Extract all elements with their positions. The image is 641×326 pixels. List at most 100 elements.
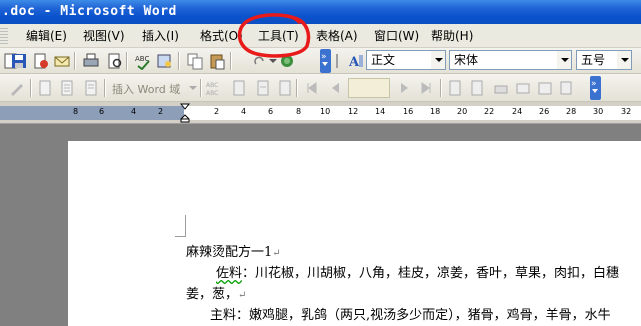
toolbar-separator [30, 79, 32, 97]
menu-view[interactable]: 视图(V) [83, 27, 125, 45]
lock-field-icon[interactable] [276, 79, 294, 97]
document-line[interactable]: 主料：嫩鸡腿，乳鸽（两只,视汤多少而定），猪骨，鸡骨，羊骨，水牛 [210, 304, 611, 323]
toolbar-options-button[interactable] [590, 76, 601, 100]
merge-to-printer-icon[interactable] [492, 79, 510, 97]
document-lines-icon[interactable] [58, 79, 76, 97]
line-text: ：川花椒，川胡椒，八角，桂皮，凉姜，香叶，草果，肉扣，白穗 [242, 266, 620, 281]
standard-toolbar: ABC A 正文 宋体 五号 [0, 48, 641, 74]
print-icon[interactable] [82, 52, 100, 70]
ruler-number: 12 [348, 107, 359, 116]
field-shading-icon[interactable] [230, 79, 248, 97]
hyperlink-icon[interactable] [278, 52, 296, 70]
ruler-number: 30 [593, 107, 604, 116]
email-icon[interactable] [53, 52, 71, 70]
ruler-number: 2 [214, 107, 220, 116]
toolbar-separator [440, 79, 442, 97]
ruler-number: 16 [403, 107, 414, 116]
grammar-flagged-text: 佐料 [216, 266, 243, 281]
paragraph-mark-icon: ↵ [238, 290, 247, 301]
insert-word-field-button[interactable]: 插入 Word 域 [112, 81, 180, 97]
menu-edit[interactable]: 编辑(E) [26, 27, 67, 45]
document-icon[interactable] [36, 79, 54, 97]
ruler-number: 20 [457, 107, 468, 116]
menu-window[interactable]: 窗口(W) [374, 27, 419, 45]
first-record-icon[interactable] [302, 79, 320, 97]
ruler-number: 24 [512, 107, 523, 116]
spelling-icon[interactable]: ABC [134, 52, 152, 70]
font-dropdown-icon[interactable] [557, 51, 571, 69]
update-field-icon[interactable] [254, 79, 272, 97]
indent-marker-icon[interactable] [180, 103, 190, 123]
paragraph-mark-icon: ↵ [272, 248, 281, 259]
font-size-value: 五号 [581, 53, 606, 67]
ruler-number: 32 [621, 107, 632, 116]
toolbar-separator [200, 79, 202, 97]
forms-toolbar: 插入 Word 域 ABC ABC [0, 74, 641, 102]
previous-record-icon[interactable] [326, 79, 344, 97]
ruler-number: 2 [158, 107, 164, 116]
last-record-icon[interactable] [418, 79, 436, 97]
toolbar-separator [178, 52, 180, 70]
find-entry-icon[interactable] [558, 79, 576, 97]
title-bar: .doc - Microsoft Word [0, 0, 641, 24]
document-page[interactable] [68, 141, 641, 326]
ruler-number: 8 [296, 107, 302, 116]
merge-to-fax-icon[interactable] [536, 79, 554, 97]
margin-corner-mark [175, 236, 186, 237]
document-line[interactable]: 姜，葱，↵ [186, 283, 246, 302]
ruler-number: 4 [241, 107, 247, 116]
margin-corner-mark [185, 215, 186, 237]
research-icon[interactable] [156, 52, 174, 70]
permission-icon[interactable] [32, 52, 50, 70]
mail-merge-icon[interactable] [446, 79, 464, 97]
toolbar-separator [104, 79, 106, 97]
toolbar-options-button[interactable] [320, 49, 331, 73]
style-dropdown-icon[interactable] [431, 51, 445, 69]
line-text: 姜，葱， [186, 287, 239, 302]
menu-format[interactable]: 格式(O) [200, 27, 243, 45]
style-combo[interactable]: 正文 [366, 50, 446, 70]
document-line[interactable]: 佐料：川花椒，川胡椒，八角，桂皮，凉姜，香叶，草果，肉扣，白穗 [216, 262, 619, 281]
font-size-combo[interactable]: 五号 [576, 50, 632, 70]
ruler-number: 6 [99, 107, 105, 116]
copy-icon[interactable] [186, 52, 204, 70]
styles-and-formatting-icon[interactable]: A [348, 52, 366, 70]
menu-table[interactable]: 表格(A) [316, 27, 358, 45]
style-value: 正文 [371, 53, 396, 67]
toolbar-separator [74, 52, 76, 70]
ruler-number: 22 [484, 107, 495, 116]
edit-pencil-icon[interactable] [8, 79, 26, 97]
toolbar-separator [126, 52, 128, 70]
window-title: .doc - Microsoft Word [2, 4, 177, 19]
merge-to-email-icon[interactable] [514, 79, 532, 97]
menu-bar: 编辑(E) 视图(V) 插入(I) 格式(O) 工具(T) 表格(A) 窗口(W… [0, 24, 641, 48]
ruler-number: 18 [430, 107, 441, 116]
ruler-number: 26 [539, 107, 550, 116]
record-number-input[interactable] [348, 78, 390, 98]
ruler-number: 14 [375, 107, 386, 116]
paste-icon[interactable] [208, 52, 226, 70]
merge-to-document-icon[interactable] [468, 79, 486, 97]
ruler-number: 4 [131, 107, 137, 116]
document-heading[interactable]: 麻辣烫配方一1↵ [186, 241, 281, 260]
svg-text:A: A [348, 55, 360, 70]
next-record-icon[interactable] [396, 79, 414, 97]
menu-insert[interactable]: 插入(I) [142, 27, 179, 45]
save-icon[interactable] [10, 52, 28, 70]
font-value: 宋体 [454, 53, 479, 67]
field-codes-icon[interactable]: ABCABC [206, 79, 224, 97]
ruler-number: 6 [268, 107, 274, 116]
toolbar-separator [230, 52, 232, 70]
menu-help[interactable]: 帮助(H) [431, 27, 473, 45]
ruler-margin-area [0, 106, 184, 120]
svg-text:ABC: ABC [206, 90, 218, 97]
font-size-dropdown-icon[interactable] [617, 51, 631, 69]
heading-text: 麻辣烫配方一1 [186, 245, 273, 260]
document-list-icon[interactable] [82, 79, 100, 97]
font-combo[interactable]: 宋体 [449, 50, 572, 70]
toolbar-separator [296, 79, 298, 97]
line-text: 主料：嫩鸡腿，乳鸽（两只,视汤多少而定），猪骨，鸡骨，羊骨，水牛 [210, 308, 611, 323]
menu-grip[interactable] [0, 28, 8, 44]
menu-tools[interactable]: 工具(T) [258, 27, 299, 45]
print-preview-icon[interactable] [106, 52, 124, 70]
